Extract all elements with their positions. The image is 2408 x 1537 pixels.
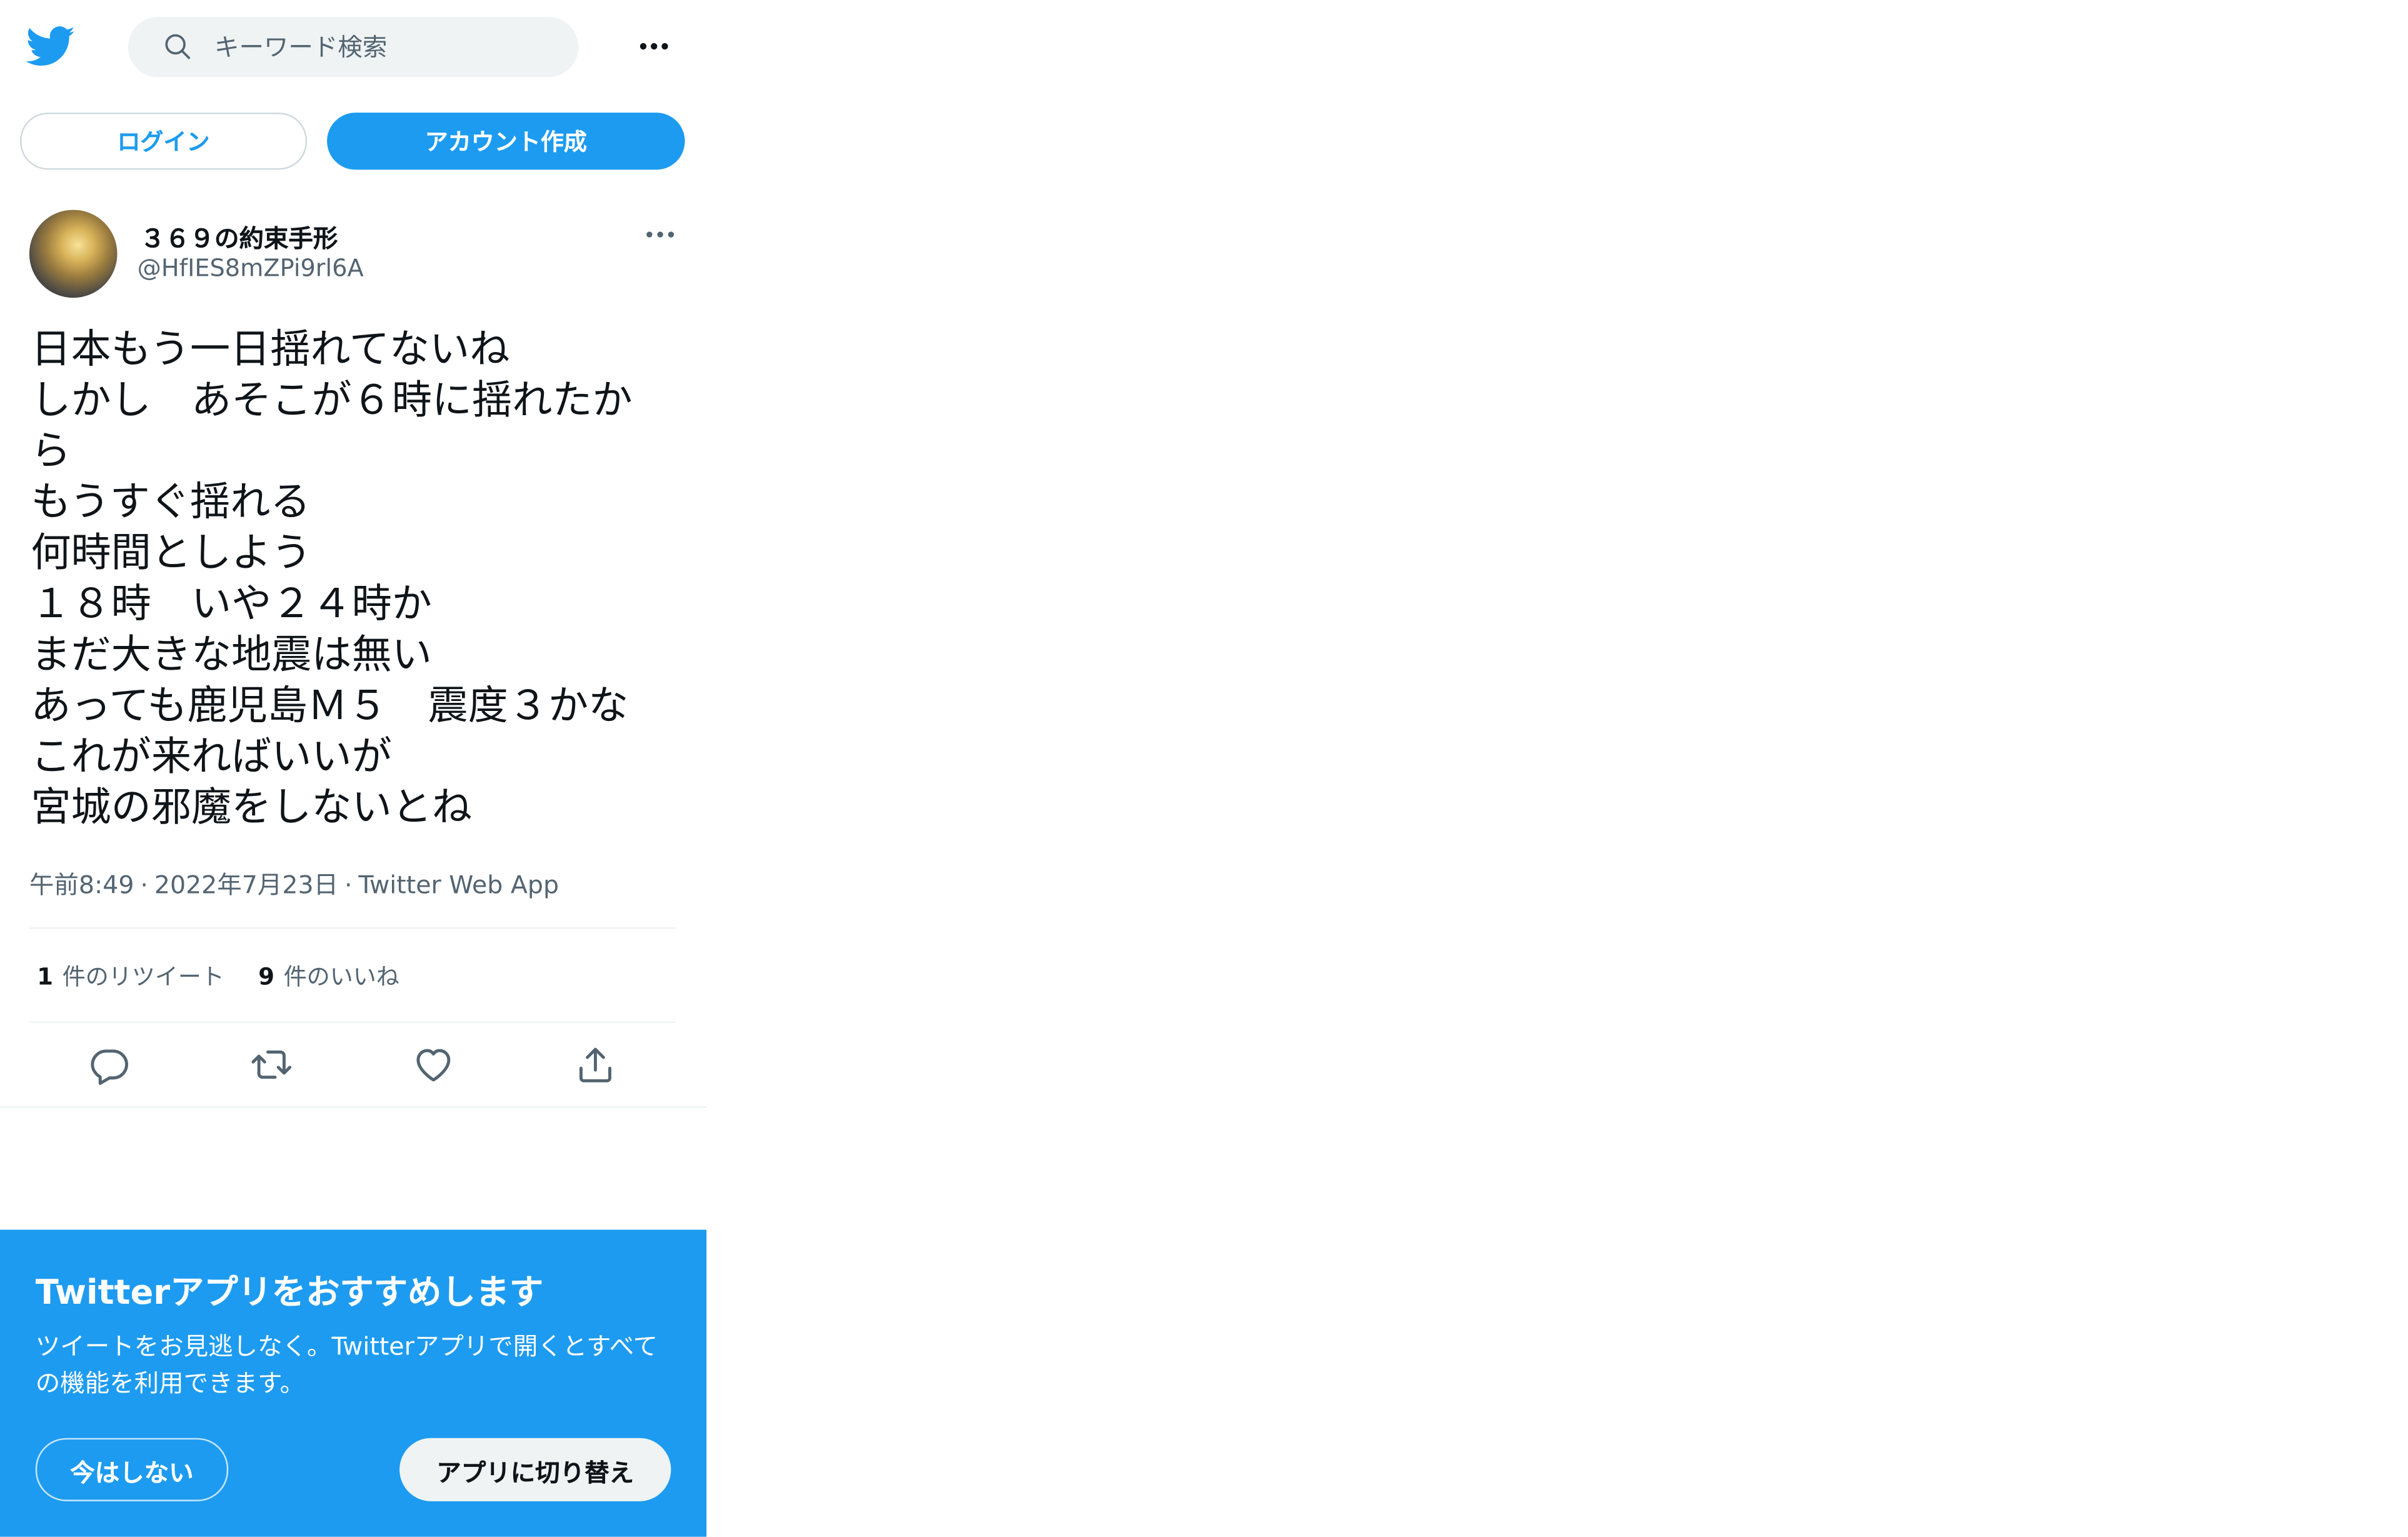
tweet-text-line: ら	[31, 428, 71, 475]
retweets-stat[interactable]: 1 件のリツイート	[37, 960, 224, 992]
retweet-icon[interactable]	[250, 1043, 293, 1086]
tweet-text-line: １８時 いや２４時か	[31, 582, 432, 628]
tweet-actions	[0, 1037, 706, 1092]
banner-description: ツイートをお見逃しなく。Twitterアプリで開くとすべての機能を利用できます。	[35, 1331, 658, 1398]
search-input[interactable]	[214, 17, 554, 78]
avatar[interactable]	[29, 209, 118, 298]
user-handle[interactable]: @HfIES8mZPi9rl6A	[138, 254, 364, 282]
app-banner: Twitterアプリをおすすめします ツイートをお見逃しなく。Twitterアプ…	[0, 1229, 707, 1537]
display-name[interactable]: ３６９の約束手形	[141, 218, 338, 254]
tweet-text-line: あっても鹿児島Ｍ５ 震度３かな	[31, 683, 629, 730]
retweets-count: 1	[37, 962, 53, 991]
tweet-text-line: しかし あそこが６時に揺れたか	[31, 378, 633, 425]
tweet-text-line: 何時間としよう	[31, 530, 312, 577]
tweet-text-line: まだ大きな地震は無い	[31, 632, 432, 679]
search-icon	[165, 34, 191, 59]
tweet-time[interactable]: 午前8:49	[29, 870, 134, 900]
likes-stat[interactable]: 9 件のいいね	[258, 960, 399, 992]
retweets-label: 件のリツイート	[62, 962, 224, 991]
meta-separator: ·	[344, 870, 353, 900]
switch-to-app-button[interactable]: アプリに切り替え	[399, 1438, 671, 1501]
signup-button[interactable]: アカウント作成	[327, 113, 685, 170]
share-icon[interactable]	[574, 1043, 617, 1086]
more-horizontal-icon[interactable]	[634, 28, 674, 64]
reply-icon[interactable]	[88, 1043, 131, 1086]
tweet-text-line: 日本もう一日揺れてないね	[31, 327, 510, 374]
page: ログイン アカウント作成 ３６９の約束手形 @HfIES8mZPi9rl6A 日…	[0, 0, 2408, 1537]
tweet-meta: 午前8:49 · 2022年7月23日 · Twitter Web App	[29, 864, 559, 901]
tweet-text-line: 宮城の邪魔をしないとね	[31, 785, 473, 832]
like-icon[interactable]	[412, 1043, 455, 1086]
search-box[interactable]	[128, 17, 579, 78]
meta-separator: ·	[140, 870, 148, 900]
divider	[29, 927, 676, 929]
divider	[29, 1021, 676, 1023]
twitter-bird-icon[interactable]	[26, 22, 76, 71]
tweet-source[interactable]: Twitter Web App	[358, 870, 559, 900]
banner-title: Twitterアプリをおすすめします	[35, 1274, 544, 1313]
tweet-date[interactable]: 2022年7月23日	[154, 870, 338, 900]
tweet-column: ログイン アカウント作成 ３６９の約束手形 @HfIES8mZPi9rl6A 日…	[0, 0, 707, 1537]
login-button[interactable]: ログイン	[20, 113, 308, 170]
not-now-button[interactable]: 今はしない	[35, 1438, 229, 1501]
tweet-more-icon[interactable]	[640, 219, 680, 249]
likes-label: 件のいいね	[283, 962, 399, 991]
tweet-text-line: もうすぐ揺れる	[31, 480, 311, 527]
tweet-text: 日本もう一日揺れてないね しかし あそこが６時に揺れたか ら もうすぐ揺れる 何…	[31, 326, 678, 835]
likes-count: 9	[258, 962, 274, 991]
tweet-text-line: これが来ればいいが	[31, 734, 392, 781]
tweet-stats: 1 件のリツイート 9 件のいいね	[37, 960, 433, 992]
divider	[0, 1106, 707, 1108]
